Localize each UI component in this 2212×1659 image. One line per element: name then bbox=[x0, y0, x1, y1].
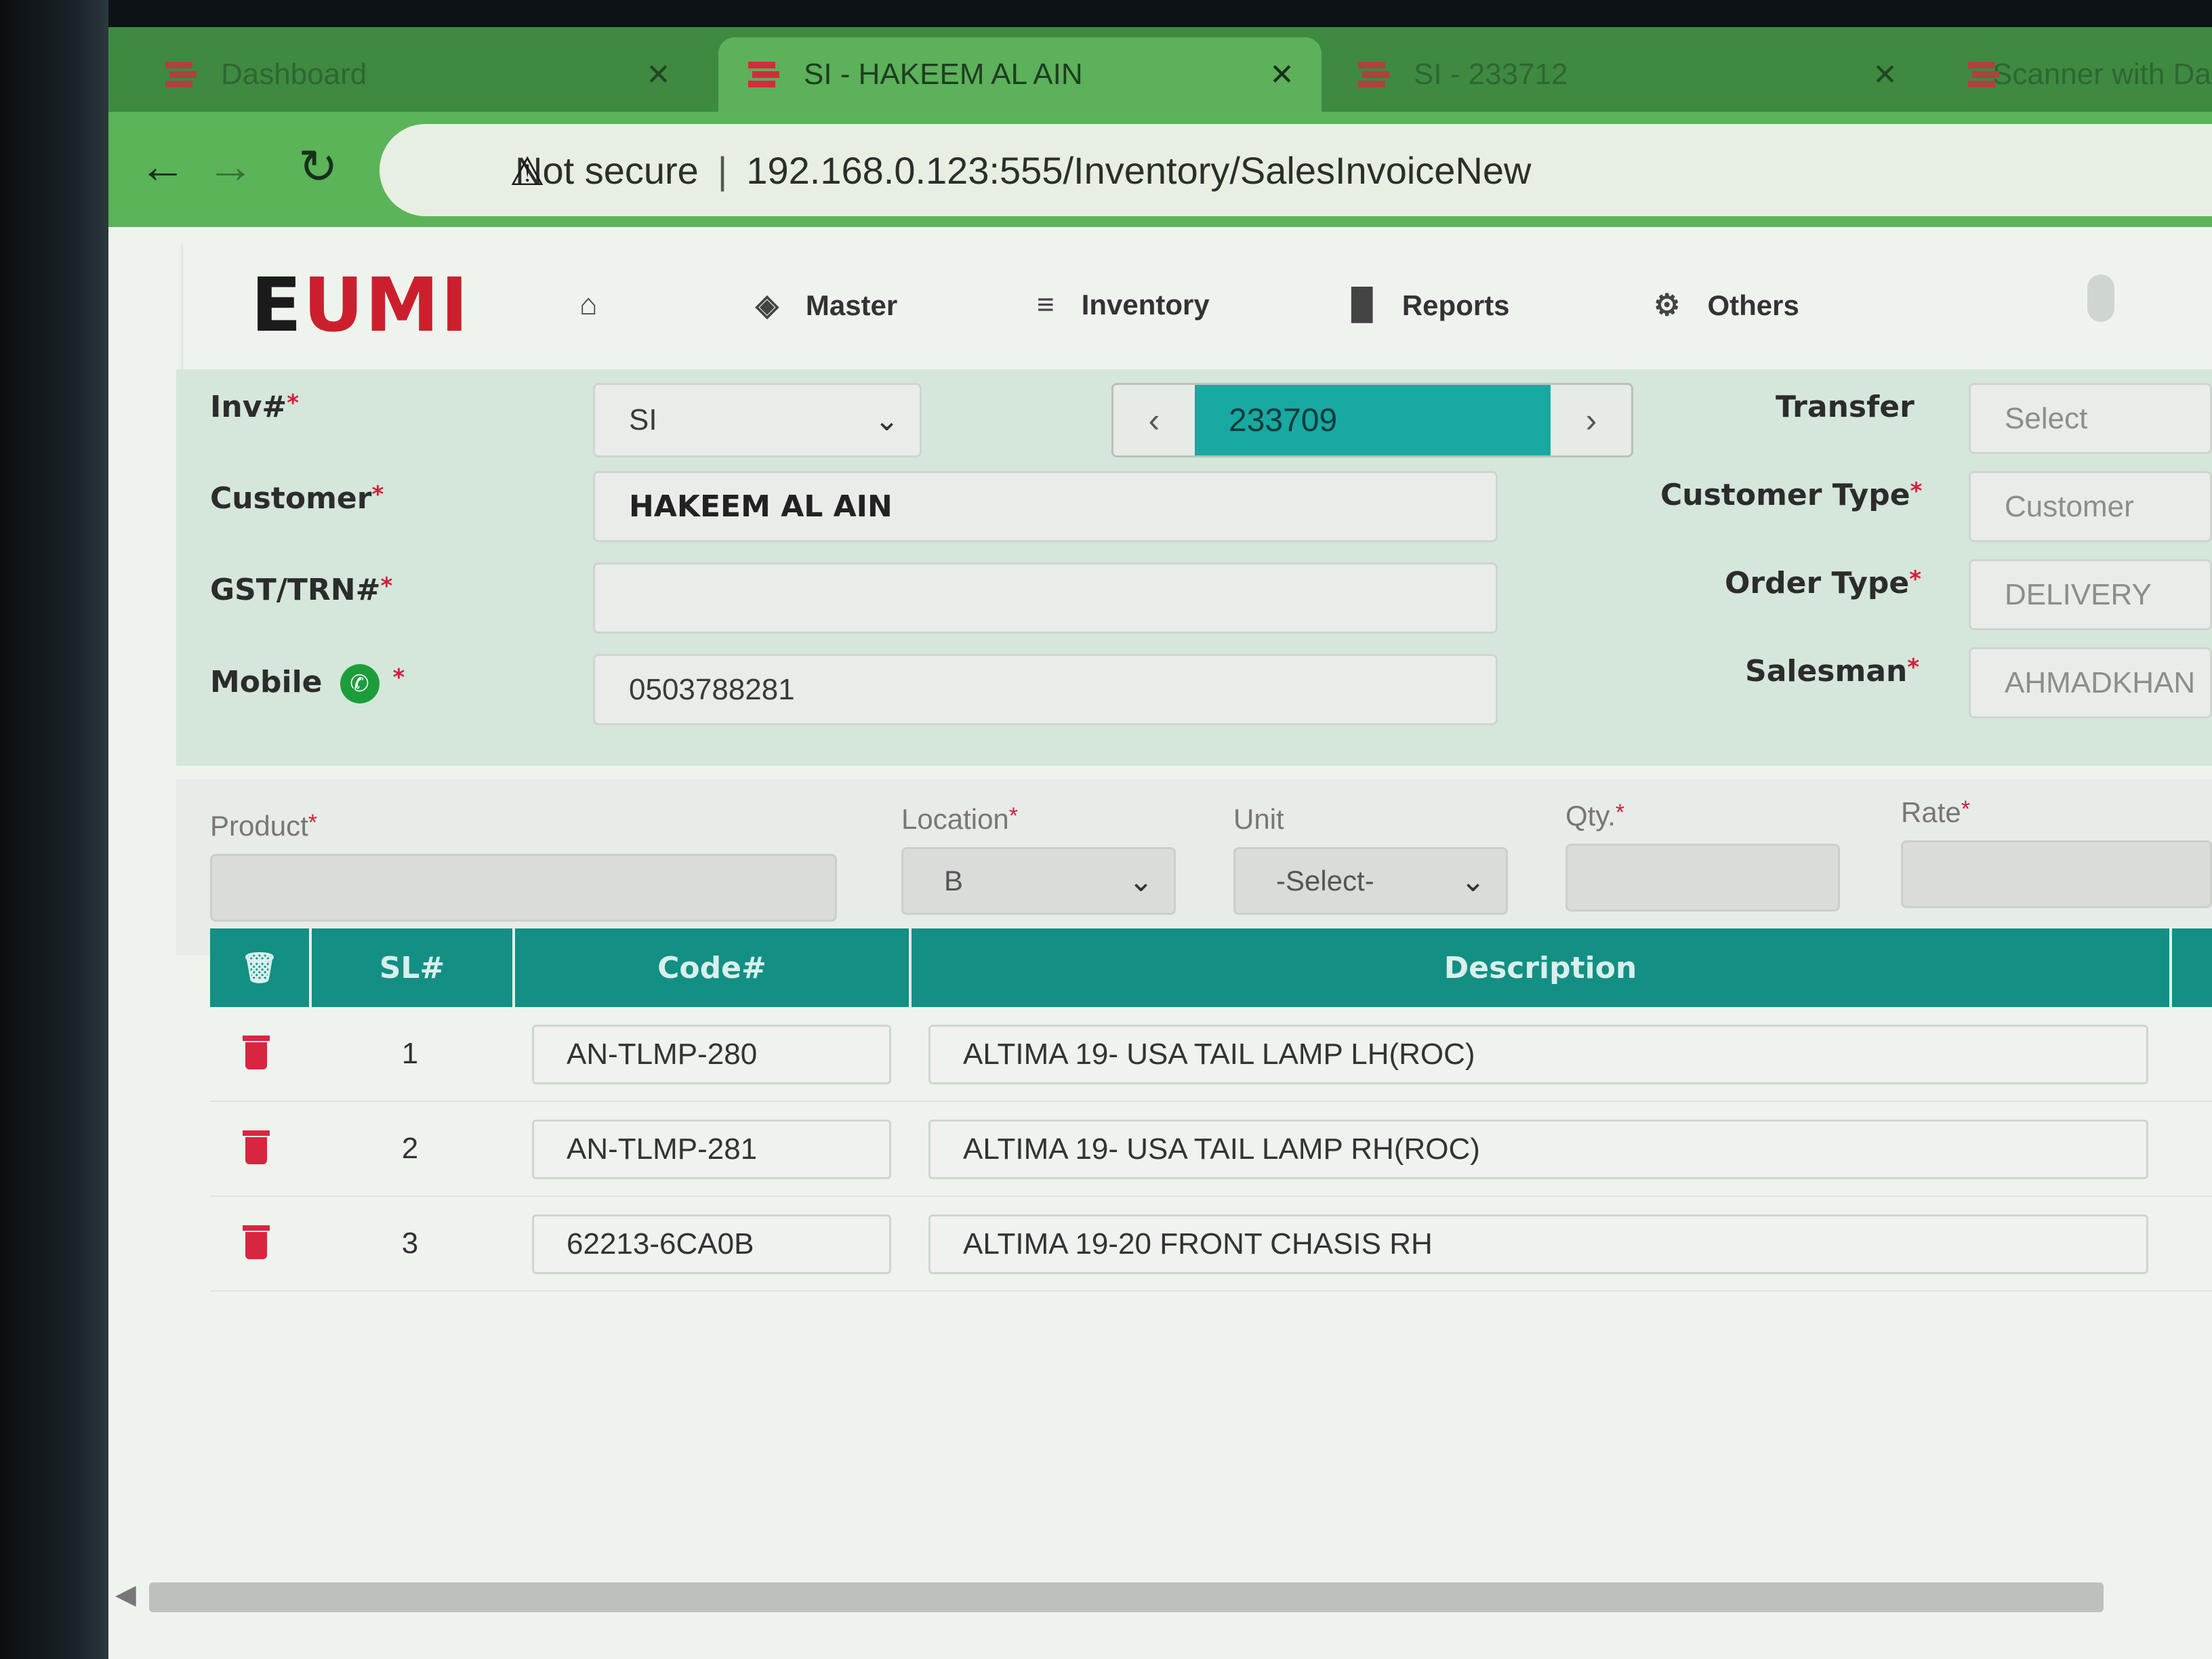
qty-input[interactable] bbox=[1565, 844, 1840, 912]
product-input[interactable] bbox=[210, 854, 837, 922]
bar-chart-icon: ▉ bbox=[1352, 289, 1375, 322]
delete-row-trash-icon[interactable] bbox=[243, 1036, 270, 1071]
row-sl: 1 bbox=[401, 1037, 419, 1070]
nav-reports[interactable]: ▉ Reports bbox=[1352, 288, 1510, 323]
row-code-input[interactable]: AN-TLMP-280 bbox=[532, 1025, 891, 1084]
chevron-down-icon: ⌄ bbox=[1460, 864, 1486, 898]
table-row: 3 62213-6CA0B ALTIMA 19-20 FRONT CHASIS … bbox=[210, 1197, 2212, 1292]
nav-inventory[interactable]: ≡ Inventory bbox=[1037, 288, 1210, 322]
delete-row-trash-icon[interactable] bbox=[243, 1225, 270, 1261]
row-code-input[interactable]: AN-TLMP-281 bbox=[532, 1120, 891, 1179]
warning-icon: ⚠ bbox=[510, 150, 545, 194]
salesman-select[interactable]: AHMADKHAN bbox=[1969, 647, 2212, 718]
row-sl: 3 bbox=[401, 1227, 419, 1260]
delete-row-trash-icon[interactable] bbox=[243, 1130, 270, 1166]
nav-others[interactable]: ⚙ Others bbox=[1654, 288, 1799, 323]
back-arrow-icon[interactable]: ← bbox=[139, 139, 186, 193]
url-text[interactable]: 192.168.0.123:555/Inventory/SalesInvoice… bbox=[746, 148, 1531, 192]
mobile-input[interactable]: 0503788281 bbox=[593, 654, 1498, 725]
inv-number-stepper: ‹ 233709 › bbox=[1111, 383, 1633, 457]
close-icon[interactable]: ✕ bbox=[1269, 58, 1294, 92]
tab-title: Dashboard bbox=[221, 58, 367, 91]
inv-prefix-select[interactable]: SI ⌄ bbox=[593, 383, 922, 457]
eumi-logo[interactable]: EUMI bbox=[251, 268, 470, 342]
cube-icon: ◈ bbox=[756, 289, 779, 322]
forward-arrow-icon[interactable]: → bbox=[207, 139, 254, 193]
table-header: 🗑 SL# Code# Description bbox=[210, 928, 2212, 1007]
user-profile-icon[interactable] bbox=[2087, 274, 2114, 322]
gst-trn-label: GST/TRN#* bbox=[210, 573, 393, 607]
chevron-down-icon: ⌄ bbox=[1128, 864, 1153, 898]
unit-select[interactable]: -Select- ⌄ bbox=[1233, 847, 1508, 915]
app-favicon-icon bbox=[163, 59, 197, 90]
row-description-input[interactable]: ALTIMA 19-20 FRONT CHASIS RH bbox=[928, 1214, 2148, 1274]
home-icon: ⌂ bbox=[579, 288, 598, 321]
customer-type-select[interactable]: Customer bbox=[1969, 471, 2212, 542]
salesman-label: Salesman* bbox=[1745, 654, 1920, 689]
location-select[interactable]: B ⌄ bbox=[901, 847, 1176, 915]
whatsapp-icon[interactable]: ✆ bbox=[340, 664, 380, 703]
tab-si-233712[interactable]: SI - 233712 ✕ bbox=[1328, 37, 1925, 112]
location-label: Location* bbox=[901, 803, 1019, 835]
browser-tab-strip: Dashboard ✕ SI - HAKEEM AL AIN ✕ SI - 23… bbox=[108, 27, 2212, 112]
tab-scanner[interactable]: Scanner with Dashb bbox=[1938, 37, 2212, 112]
mobile-label: Mobile ✆ * bbox=[210, 664, 405, 703]
tab-title: SI - HAKEEM AL AIN bbox=[804, 58, 1083, 91]
browser-toolbar: ← → ↻ ⚠ Not secure | 192.168.0.123:555/I… bbox=[108, 112, 2212, 227]
tab-title: Scanner with Dashb bbox=[1992, 58, 2212, 91]
header-sl: SL# bbox=[312, 928, 515, 1007]
customer-label: Customer* bbox=[210, 481, 384, 516]
scroll-left-arrow-icon[interactable]: ◀ bbox=[115, 1579, 136, 1610]
address-bar[interactable]: ⚠ Not secure | 192.168.0.123:555/Invento… bbox=[380, 124, 2212, 216]
reload-icon[interactable]: ↻ bbox=[298, 139, 338, 194]
layers-icon: ≡ bbox=[1037, 288, 1054, 321]
row-code-input[interactable]: 62213-6CA0B bbox=[532, 1214, 891, 1274]
chevron-down-icon: ⌄ bbox=[874, 403, 899, 437]
gear-icon: ⚙ bbox=[1654, 289, 1681, 322]
horizontal-scrollbar[interactable] bbox=[149, 1582, 2104, 1612]
customer-type-label: Customer Type* bbox=[1660, 478, 1923, 512]
nav-master[interactable]: ◈ Master bbox=[756, 288, 897, 323]
rate-label: Rate* bbox=[1901, 796, 1970, 828]
order-type-select[interactable]: DELIVERY bbox=[1969, 559, 2212, 630]
close-icon[interactable]: ✕ bbox=[1872, 58, 1898, 92]
qty-label: Qty.* bbox=[1565, 800, 1625, 832]
next-invoice-button[interactable]: › bbox=[1551, 385, 1632, 455]
tab-dashboard[interactable]: Dashboard ✕ bbox=[136, 37, 698, 112]
customer-input[interactable]: HAKEEM AL AIN bbox=[593, 471, 1498, 542]
screen-bezel-left bbox=[0, 0, 108, 1659]
rate-input[interactable] bbox=[1901, 840, 2212, 908]
tab-title: SI - 233712 bbox=[1414, 58, 1568, 91]
row-description-input[interactable]: ALTIMA 19- USA TAIL LAMP RH(ROC) bbox=[928, 1120, 2148, 1179]
inv-number-input[interactable]: 233709 bbox=[1195, 385, 1551, 455]
app-favicon-icon bbox=[745, 59, 779, 90]
unit-label: Unit bbox=[1233, 803, 1284, 835]
address-separator: | bbox=[717, 148, 728, 192]
app-navbar: EUMI ⌂ ◈ Master ≡ Inventory ▉ Reports ⚙ … bbox=[183, 241, 2212, 369]
inv-label: Inv#* bbox=[210, 390, 300, 424]
header-code: Code# bbox=[515, 928, 912, 1007]
table-row: 1 AN-TLMP-280 ALTIMA 19- USA TAIL LAMP L… bbox=[210, 1007, 2212, 1102]
row-sl: 2 bbox=[401, 1132, 419, 1165]
delete-all-trash-icon[interactable]: 🗑 bbox=[210, 928, 312, 1007]
close-icon[interactable]: ✕ bbox=[646, 58, 671, 92]
order-type-label: Order Type* bbox=[1725, 566, 1922, 600]
table-row: 2 AN-TLMP-281 ALTIMA 19- USA TAIL LAMP R… bbox=[210, 1102, 2212, 1197]
app-favicon-icon bbox=[1355, 59, 1389, 90]
nav-home[interactable]: ⌂ bbox=[579, 288, 625, 322]
invoice-header-form: Inv#* SI ⌄ ‹ 233709 › Transfer Select Cu… bbox=[176, 369, 2212, 766]
tab-si-hakeem[interactable]: SI - HAKEEM AL AIN ✕ bbox=[718, 37, 1322, 112]
transfer-select[interactable]: Select bbox=[1969, 383, 2212, 454]
previous-invoice-button[interactable]: ‹ bbox=[1113, 385, 1195, 455]
app-page: EUMI ⌂ ◈ Master ≡ Inventory ▉ Reports ⚙ … bbox=[108, 227, 2212, 1659]
gst-trn-input[interactable] bbox=[593, 562, 1498, 634]
row-description-input[interactable]: ALTIMA 19- USA TAIL LAMP LH(ROC) bbox=[928, 1025, 2148, 1084]
screen-bezel-top bbox=[0, 0, 2212, 27]
header-description: Description bbox=[912, 928, 2172, 1007]
product-label: Product* bbox=[210, 810, 317, 842]
transfer-label: Transfer bbox=[1776, 390, 1914, 424]
